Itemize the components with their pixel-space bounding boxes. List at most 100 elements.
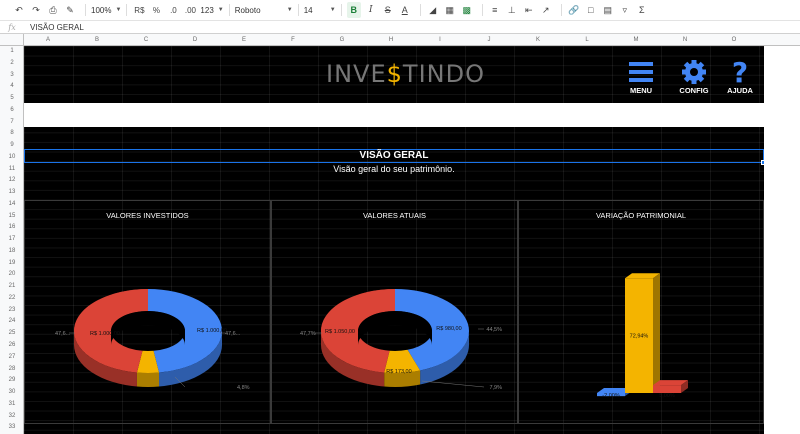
row-header-20[interactable]: 20 — [0, 271, 24, 277]
insert-comment-icon[interactable]: □ — [584, 2, 598, 18]
bar-value-label: 5,00% — [659, 393, 675, 399]
select-all-corner[interactable] — [0, 34, 24, 46]
row-header-27[interactable]: 27 — [0, 354, 24, 360]
menu-button[interactable]: MENU — [621, 60, 661, 95]
column-header-m[interactable]: M — [612, 37, 660, 43]
slice-value-label: R$ 173,00 — [386, 369, 411, 375]
filter-icon[interactable]: ▿ — [618, 2, 632, 18]
row-header-21[interactable]: 21 — [0, 283, 24, 289]
row-header-5[interactable]: 5 — [0, 95, 24, 101]
row-header-29[interactable]: 29 — [0, 377, 24, 383]
row-header-30[interactable]: 30 — [0, 389, 24, 395]
slice-value-label: R$ 1.050,00 — [325, 329, 355, 335]
functions-icon[interactable]: Σ — [635, 2, 649, 18]
text-rotation-icon[interactable]: ↗ — [539, 2, 553, 18]
bold-icon[interactable]: B — [346, 2, 361, 18]
column-header-b[interactable]: B — [73, 37, 121, 43]
slice-percent-label: 44,5% — [486, 327, 502, 333]
text-wrap-icon[interactable]: ⇤ — [522, 2, 536, 18]
column-header-k[interactable]: K — [514, 37, 562, 43]
font-value: Roboto — [234, 5, 261, 15]
row-header-11[interactable]: 11 — [0, 166, 24, 172]
horizontal-align-icon[interactable]: ≡ — [488, 2, 502, 18]
font-select[interactable]: Roboto ▼ — [235, 2, 293, 18]
chevron-down-icon: ▼ — [115, 7, 122, 13]
column-header-n[interactable]: N — [661, 37, 709, 43]
gear-icon — [682, 60, 706, 84]
insert-chart-icon[interactable]: ▤ — [601, 2, 615, 18]
chart-variacao-patrimonial[interactable]: VARIAÇÃO PATRIMONIAL -2,00% 72,94% 5,00% — [518, 200, 764, 424]
row-header-8[interactable]: 8 — [0, 130, 24, 136]
row-header-4[interactable]: 4 — [0, 83, 24, 89]
row-header-3[interactable]: 3 — [0, 72, 24, 78]
row-header-16[interactable]: 16 — [0, 224, 24, 230]
column-header-h[interactable]: H — [367, 37, 415, 43]
help-button[interactable]: ? AJUDA — [720, 56, 760, 95]
merge-cells-icon[interactable]: ▩ — [460, 2, 474, 18]
row-header-28[interactable]: 28 — [0, 366, 24, 372]
formula-input[interactable]: VISÃO GERAL — [24, 23, 84, 32]
row-header-15[interactable]: 15 — [0, 213, 24, 219]
column-header-e[interactable]: E — [220, 37, 268, 43]
row-header-33[interactable]: 33 — [0, 424, 24, 430]
fill-color-icon[interactable]: ◢ — [426, 2, 440, 18]
more-formats-label: 123 — [200, 5, 214, 15]
column-header-a[interactable]: A — [24, 37, 72, 43]
column-header-o[interactable]: O — [710, 37, 758, 43]
column-header-f[interactable]: F — [269, 37, 317, 43]
row-header-19[interactable]: 19 — [0, 260, 24, 266]
currency-format-button[interactable]: R$ — [132, 2, 146, 18]
row-header-9[interactable]: 9 — [0, 142, 24, 148]
row-header-25[interactable]: 25 — [0, 330, 24, 336]
more-formats-select[interactable]: 123 ▼ — [200, 2, 223, 18]
row-header-18[interactable]: 18 — [0, 248, 24, 254]
divider — [419, 4, 421, 16]
row-header-14[interactable]: 14 — [0, 201, 24, 207]
config-button[interactable]: CONFIG — [674, 60, 714, 95]
row-header-2[interactable]: 2 — [0, 60, 24, 66]
increase-decimal-button[interactable]: .00 — [183, 2, 197, 18]
row-header-24[interactable]: 24 — [0, 318, 24, 324]
font-size-select[interactable]: 14 ▼ — [304, 2, 336, 18]
print-icon[interactable]: ⎙ — [46, 2, 60, 18]
redo-icon[interactable]: ↷ — [29, 2, 43, 18]
bar-value-label: 72,94% — [630, 334, 649, 340]
row-header-1[interactable]: 1 — [0, 48, 24, 54]
row-header-6[interactable]: 6 — [0, 107, 24, 113]
column-header-g[interactable]: G — [318, 37, 366, 43]
row-header-32[interactable]: 32 — [0, 413, 24, 419]
column-header-c[interactable]: C — [122, 37, 170, 43]
row-header-17[interactable]: 17 — [0, 236, 24, 242]
divider — [481, 4, 483, 16]
row-header-10[interactable]: 10 — [0, 154, 24, 160]
row-header-23[interactable]: 23 — [0, 307, 24, 313]
decrease-decimal-button[interactable]: .0 — [166, 2, 180, 18]
slice-percent-label: 47,6... — [225, 331, 241, 337]
text-color-icon[interactable]: A — [398, 2, 412, 18]
percent-format-button[interactable]: % — [149, 2, 163, 18]
column-header-j[interactable]: J — [465, 37, 513, 43]
row-header-13[interactable]: 13 — [0, 189, 24, 195]
paint-format-icon[interactable]: ✎ — [63, 2, 77, 18]
strikethrough-icon[interactable]: S — [381, 2, 395, 18]
vertical-align-icon[interactable]: ⊥ — [505, 2, 519, 18]
insert-link-icon[interactable]: 🔗 — [567, 2, 581, 18]
formula-bar[interactable]: fx VISÃO GERAL — [0, 20, 800, 34]
undo-icon[interactable]: ↶ — [12, 2, 26, 18]
donut-chart-svg: R$ 1.050,00 47,7% R$ 980,00 44,5% R$ 173,00 7… — [300, 289, 502, 391]
row-header-7[interactable]: 7 — [0, 119, 24, 125]
column-header-i[interactable]: I — [416, 37, 464, 43]
row-header-31[interactable]: 31 — [0, 401, 24, 407]
chart-valores-atuais[interactable]: VALORES ATUAIS R$ 1.050,00 47,7% R$ 980,00… — [271, 200, 518, 424]
slice-percent-label: 4,8% — [237, 385, 250, 391]
column-header-d[interactable]: D — [171, 37, 219, 43]
column-header-l[interactable]: L — [563, 37, 611, 43]
chart-valores-investidos[interactable]: VALORES INVESTIDOS R$ 1.000,00 47,6... R$ … — [24, 200, 271, 424]
borders-icon[interactable]: ▦ — [443, 2, 457, 18]
italic-icon[interactable]: I — [364, 2, 378, 18]
zoom-select[interactable]: 100% ▼ — [91, 2, 121, 18]
sheet-canvas[interactable]: INVE$TINDO MENU CONFIG ? AJUDA VISÃO GER… — [24, 46, 764, 434]
row-header-22[interactable]: 22 — [0, 295, 24, 301]
row-header-12[interactable]: 12 — [0, 177, 24, 183]
row-header-26[interactable]: 26 — [0, 342, 24, 348]
